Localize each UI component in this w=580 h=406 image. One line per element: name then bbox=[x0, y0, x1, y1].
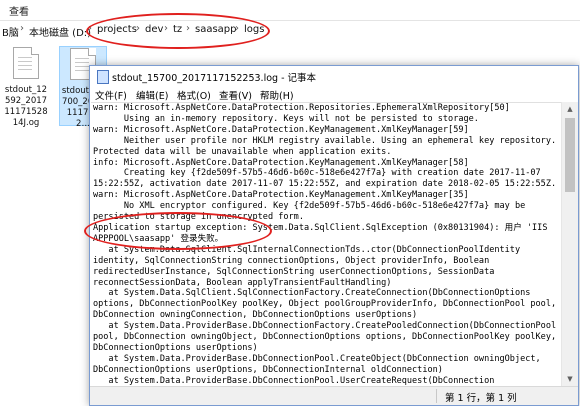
breadcrumb-computer[interactable]: B脑 bbox=[2, 24, 19, 39]
breadcrumb-drive[interactable]: 本地磁盘 (D:) bbox=[29, 24, 91, 39]
view-menu[interactable]: 查看 bbox=[9, 3, 29, 18]
annotation-oval-path bbox=[86, 13, 270, 49]
menu-file[interactable]: 文件(F) bbox=[95, 88, 127, 102]
breadcrumb-separator: › bbox=[20, 23, 24, 34]
log-line: redirectedUserInstance, SqlConnectionStr… bbox=[93, 267, 494, 277]
log-line: Creating key {f2de509f-57b5-46d6-b60c-51… bbox=[93, 168, 541, 178]
log-line: at System.Data.SqlClient.SqlConnectionFa… bbox=[93, 288, 530, 298]
log-line: at System.Data.ProviderBase.DbConnection… bbox=[93, 321, 556, 331]
scroll-down-icon[interactable]: ▼ bbox=[562, 372, 578, 386]
log-line: Using an in-memory repository. Keys will… bbox=[93, 114, 479, 124]
log-line: Neither user profile nor HKLM registry a… bbox=[93, 136, 556, 146]
cursor-position: 第 1 行，第 1 列 bbox=[445, 390, 517, 404]
menu-format[interactable]: 格式(O) bbox=[177, 88, 211, 102]
notepad-icon bbox=[97, 70, 109, 84]
log-line: DbConnectionOptions userOptions) bbox=[93, 343, 258, 353]
log-line: 15:22:55Z, activation date 2017-11-07 15… bbox=[93, 179, 556, 189]
menu-edit[interactable]: 编辑(E) bbox=[136, 88, 168, 102]
log-line: at System.Data.ProviderBase.DbConnection… bbox=[93, 354, 541, 364]
log-line: info: Microsoft.AspNetCore.DataProtectio… bbox=[93, 158, 469, 168]
status-bar: 第 1 行，第 1 列 bbox=[90, 386, 578, 405]
log-line: pool, DbConnection owningObject, DbConne… bbox=[93, 332, 556, 342]
menu-help[interactable]: 帮助(H) bbox=[260, 88, 294, 102]
menu-bar: 文件(F) 编辑(E) 格式(O) 查看(V) 帮助(H) bbox=[90, 86, 578, 102]
vertical-scrollbar[interactable]: ▲ ▼ bbox=[561, 102, 578, 386]
log-line: reconnectSessionData, Boolean applyTrans… bbox=[93, 278, 391, 288]
scroll-thumb[interactable] bbox=[565, 118, 575, 192]
file-item[interactable]: stdout_12592_20171117152814J.og bbox=[3, 47, 49, 129]
log-line: at System.Data.ProviderBase.DbConnection… bbox=[93, 376, 494, 386]
status-divider bbox=[436, 389, 437, 403]
file-name: stdout_12592_20171117152814J.og bbox=[3, 85, 49, 129]
log-line: Protected data will be unavailable when … bbox=[93, 147, 391, 157]
log-line: No XML encryptor configured. Key {f2de50… bbox=[93, 201, 525, 211]
log-line: warn: Microsoft.AspNetCore.DataProtectio… bbox=[93, 125, 469, 135]
log-line: options, DbConnectionPoolKey poolKey, Ob… bbox=[93, 299, 556, 309]
scroll-up-icon[interactable]: ▲ bbox=[562, 102, 578, 116]
menu-view[interactable]: 查看(V) bbox=[219, 88, 252, 102]
text-file-icon bbox=[13, 47, 39, 79]
explorer-ribbon: 查看 bbox=[0, 0, 580, 20]
title-bar[interactable]: stdout_15700_2017117152253.log - 记事本 bbox=[90, 66, 578, 86]
annotation-oval-error bbox=[84, 212, 272, 250]
log-line: warn: Microsoft.AspNetCore.DataProtectio… bbox=[93, 190, 469, 200]
log-line: DbConnection owningConnection, DbConnect… bbox=[93, 310, 417, 320]
log-line: DbConnectionOptions userOptions, DbConne… bbox=[93, 365, 443, 375]
window-title: stdout_15700_2017117152253.log - 记事本 bbox=[112, 70, 316, 84]
log-line: identity, SqlConnectionString connection… bbox=[93, 256, 489, 266]
log-line: warn: Microsoft.AspNetCore.DataProtectio… bbox=[93, 103, 510, 113]
